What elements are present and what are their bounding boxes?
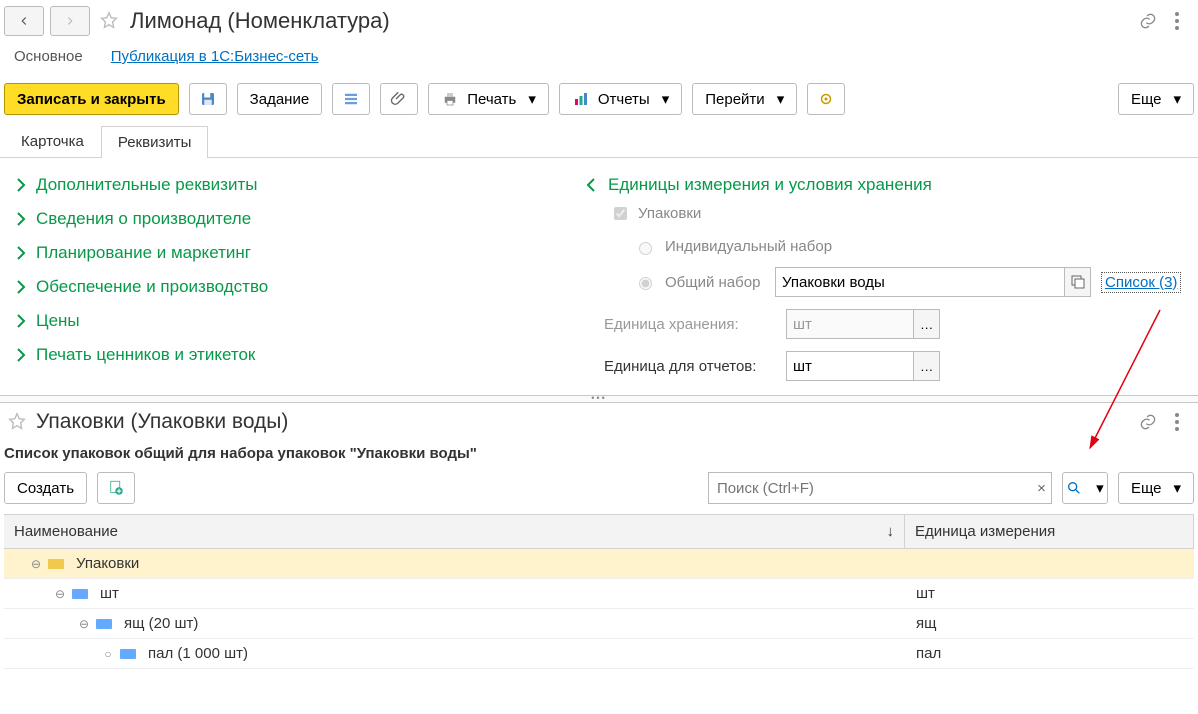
lower-desc: Список упаковок общий для набора упаково… (4, 439, 1194, 472)
row-name: шт (100, 585, 119, 602)
section-manufacturer[interactable]: Сведения о производителе (4, 202, 564, 236)
more-button-lower[interactable]: Еще ▾ (1118, 472, 1194, 504)
chevron-down-icon: ▾ (1173, 90, 1181, 108)
row-name: Упаковки (76, 555, 139, 572)
sort-arrow-icon: ↓ (887, 523, 895, 540)
splitter[interactable] (0, 395, 1198, 403)
col-name-label: Наименование (14, 523, 118, 540)
ellipsis-button[interactable]: … (913, 352, 939, 380)
section-additional-props[interactable]: Дополнительные реквизиты (4, 168, 564, 202)
settings-gear-button[interactable] (807, 83, 845, 115)
radio-individual (639, 242, 652, 255)
forward-button[interactable] (50, 6, 90, 36)
reports-button[interactable]: Отчеты ▾ (559, 83, 682, 115)
section-planning[interactable]: Планирование и маркетинг (4, 236, 564, 270)
row-unit: ящ (906, 609, 1194, 638)
expand-toggle[interactable]: ⊖ (54, 588, 66, 600)
row-unit (906, 558, 1194, 570)
checkbox-label: Упаковки (638, 205, 701, 222)
section-print-tags[interactable]: Печать ценников и этикеток (4, 338, 564, 372)
print-button[interactable]: Печать ▾ (428, 83, 549, 115)
search-input[interactable] (708, 472, 1052, 504)
radio-label: Индивидуальный набор (665, 238, 832, 255)
print-label: Печать (467, 91, 516, 108)
link-icon[interactable] (1138, 11, 1158, 31)
kebab-menu-icon[interactable] (1174, 11, 1180, 31)
lower-title: Упаковки (Упаковки воды) (36, 410, 288, 434)
col-name[interactable]: Наименование ↓ (4, 515, 905, 548)
packaging-checkbox[interactable]: Упаковки (610, 204, 701, 223)
section-label: Сведения о производителе (36, 209, 251, 229)
create-button[interactable]: Создать (4, 472, 87, 504)
tab-card[interactable]: Карточка (4, 125, 101, 157)
section-label: Планирование и маркетинг (36, 243, 251, 263)
section-supply[interactable]: Обеспечение и производство (4, 270, 564, 304)
section-label: Печать ценников и этикеток (36, 345, 255, 365)
ellipsis-button[interactable]: … (913, 310, 939, 338)
goto-label: Перейти (705, 91, 764, 108)
radio-label: Общий набор (665, 274, 765, 291)
chevron-down-icon: ▾ (1096, 479, 1104, 497)
kebab-menu-icon[interactable] (1174, 412, 1180, 432)
reports-label: Отчеты (598, 91, 650, 108)
row-unit: пал (906, 639, 1194, 668)
radio-common (639, 277, 652, 290)
list-link[interactable]: Список (3) (1101, 272, 1181, 293)
table-row[interactable]: ⊖ Упаковки (4, 549, 1194, 579)
section-label: Обеспечение и производство (36, 277, 268, 297)
more-label: Еще (1131, 480, 1162, 497)
link-icon[interactable] (1138, 412, 1158, 432)
clear-search-icon[interactable]: × (1037, 480, 1046, 497)
chevron-down-icon: ▾ (662, 90, 670, 108)
table-row[interactable]: ⊖ ящ (20 шт) ящ (4, 609, 1194, 639)
more-label: Еще (1131, 91, 1162, 108)
attach-button[interactable] (380, 83, 418, 115)
open-list-button[interactable] (1064, 268, 1090, 296)
more-button-top[interactable]: Еще ▾ (1118, 83, 1194, 115)
section-label: Дополнительные реквизиты (36, 175, 257, 195)
left-column: Дополнительные реквизиты Сведения о прои… (4, 168, 564, 387)
tab-props[interactable]: Реквизиты (101, 126, 209, 158)
expand-toggle[interactable]: ⊖ (30, 558, 42, 570)
report-unit-label: Единица для отчетов: (604, 358, 778, 375)
row-unit: шт (906, 579, 1194, 608)
nav-publish[interactable]: Публикация в 1С:Бизнес-сеть (111, 48, 319, 65)
chevron-down-icon: ▾ (528, 90, 536, 108)
save-button[interactable] (189, 83, 227, 115)
save-and-close-button[interactable]: Записать и закрыть (4, 83, 179, 115)
list-view-button[interactable] (332, 83, 370, 115)
section-label: Единицы измерения и условия хранения (608, 175, 932, 195)
back-button[interactable] (4, 6, 44, 36)
chevron-down-icon: ▾ (777, 90, 785, 108)
expand-toggle[interactable]: ○ (102, 648, 114, 660)
section-prices[interactable]: Цены (4, 304, 564, 338)
col-unit[interactable]: Единица измерения (905, 515, 1194, 548)
item-icon (48, 559, 64, 569)
favorite-star-icon[interactable] (4, 409, 30, 435)
item-icon (120, 649, 136, 659)
section-units-storage[interactable]: Единицы измерения и условия хранения (584, 168, 1194, 202)
table-row[interactable]: ⊖ шт шт (4, 579, 1194, 609)
nav-main[interactable]: Основное (14, 48, 83, 65)
right-column: Единицы измерения и условия хранения Упа… (584, 168, 1194, 387)
expand-toggle[interactable]: ⊖ (78, 618, 90, 630)
table-row[interactable]: ○ пал (1 000 шт) пал (4, 639, 1194, 669)
section-label: Цены (36, 311, 80, 331)
item-icon (72, 589, 88, 599)
storage-unit-label: Единица хранения: (604, 316, 778, 333)
row-name: пал (1 000 шт) (148, 645, 248, 662)
page-title: Лимонад (Номенклатура) (130, 8, 390, 34)
create-copy-button[interactable] (97, 472, 135, 504)
item-icon (96, 619, 112, 629)
task-button[interactable]: Задание (237, 83, 323, 115)
favorite-star-icon[interactable] (96, 8, 122, 34)
chevron-down-icon: ▾ (1173, 479, 1181, 497)
goto-button[interactable]: Перейти ▾ (692, 83, 797, 115)
row-name: ящ (20 шт) (124, 615, 198, 632)
common-set-input[interactable] (775, 267, 1091, 297)
search-button[interactable]: ▾ (1062, 472, 1108, 504)
